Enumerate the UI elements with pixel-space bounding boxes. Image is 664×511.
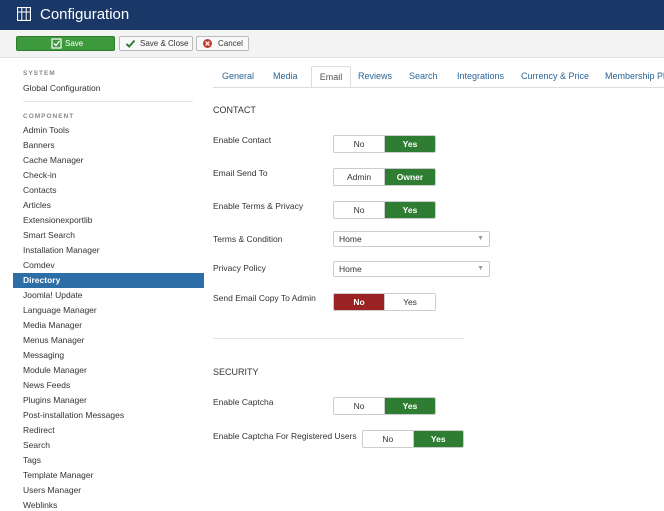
tab-currency-price[interactable]: Currency & Price [521, 66, 589, 87]
tab-membership-pla[interactable]: Membership Pla [605, 66, 664, 87]
toolbar: Save Save & Close Cancel [0, 30, 664, 58]
captcha-registered-label: Enable Captcha For Registered Users [213, 431, 357, 441]
terms-condition-value: Home [339, 234, 362, 244]
toggle-option-no[interactable]: No [334, 294, 384, 310]
sidebar-item[interactable]: Installation Manager [23, 245, 203, 255]
sidebar-item[interactable]: Cache Manager [23, 155, 203, 165]
tab-reviews[interactable]: Reviews [358, 66, 392, 87]
sidebar-item[interactable]: Joomla! Update [23, 290, 203, 300]
toggle-option-yes[interactable]: Yes [384, 202, 435, 218]
sidebar-component-heading: COMPONENT [23, 113, 75, 120]
toggle-option-yes[interactable]: Yes [384, 136, 435, 152]
toggle-option-yes[interactable]: Yes [384, 398, 435, 414]
privacy-policy-select[interactable]: Home ▼ [333, 261, 490, 277]
enable-contact-label: Enable Contact [213, 135, 272, 145]
chevron-down-icon: ▼ [477, 265, 484, 272]
toggle-option-no[interactable]: No [334, 202, 384, 218]
app-header: Configuration [0, 0, 664, 30]
privacy-policy-value: Home [339, 264, 362, 274]
sidebar-item[interactable]: Banners [23, 140, 203, 150]
send-copy-label: Send Email Copy To Admin [213, 293, 316, 303]
sidebar-item[interactable]: Post-installation Messages [23, 410, 203, 420]
enable-captcha-label: Enable Captcha [213, 397, 274, 407]
sidebar-item-global-configuration[interactable]: Global Configuration [23, 83, 203, 93]
enable-captcha-toggle[interactable]: No Yes [333, 397, 436, 415]
page-title: Configuration [40, 6, 130, 23]
sidebar-item[interactable]: Media Manager [23, 320, 203, 330]
toggle-option-no[interactable]: No [363, 431, 413, 447]
sidebar-item[interactable]: Articles [23, 200, 203, 210]
terms-condition-label: Terms & Condition [213, 234, 283, 244]
sidebar-item[interactable]: Weblinks [23, 500, 203, 510]
tab-general[interactable]: General [222, 66, 254, 87]
save-close-label: Save & Close [140, 39, 189, 48]
sidebar-item[interactable]: Template Manager [23, 470, 203, 480]
sidebar-item[interactable]: Module Manager [23, 365, 203, 375]
sidebar-item[interactable]: Plugins Manager [23, 395, 203, 405]
save-icon [51, 38, 62, 49]
security-section-title: SECURITY [213, 367, 259, 377]
enable-terms-label: Enable Terms & Privacy [213, 201, 304, 211]
chevron-down-icon: ▼ [477, 235, 484, 242]
contact-section-title: CONTACT [213, 105, 256, 115]
terms-condition-select[interactable]: Home ▼ [333, 231, 490, 247]
cancel-label: Cancel [218, 39, 243, 48]
sidebar-item[interactable]: News Feeds [23, 380, 203, 390]
send-copy-toggle[interactable]: No Yes [333, 293, 436, 311]
captcha-registered-toggle[interactable]: No Yes [362, 430, 464, 448]
toggle-option-no[interactable]: No [334, 398, 384, 414]
sidebar-item[interactable]: Menus Manager [23, 335, 203, 345]
sidebar: SYSTEM Global Configuration COMPONENT Ad… [0, 58, 205, 511]
cancel-icon [203, 39, 212, 48]
enable-contact-toggle[interactable]: No Yes [333, 135, 436, 153]
sidebar-item[interactable]: Redirect [23, 425, 203, 435]
config-tabs: General Media Email Reviews Search Integratio… [213, 66, 664, 88]
toggle-option-no[interactable]: No [334, 136, 384, 152]
toggle-option-admin[interactable]: Admin [334, 169, 384, 185]
save-close-button[interactable]: Save & Close [119, 36, 193, 51]
section-divider [213, 338, 464, 339]
sidebar-item[interactable]: Smart Search [23, 230, 203, 240]
tab-media[interactable]: Media [273, 66, 298, 87]
save-label: Save [65, 39, 84, 48]
tab-integrations[interactable]: Integrations [457, 66, 504, 87]
sidebar-item[interactable]: Search [23, 440, 203, 450]
toggle-option-yes[interactable]: Yes [384, 294, 435, 310]
sidebar-item[interactable]: Directory [13, 273, 204, 288]
email-send-to-label: Email Send To [213, 168, 268, 178]
privacy-policy-label: Privacy Policy [213, 263, 266, 273]
toggle-option-yes[interactable]: Yes [412, 431, 463, 447]
sidebar-item[interactable]: Users Manager [23, 485, 203, 495]
cancel-button[interactable]: Cancel [196, 36, 249, 51]
tab-email[interactable]: Email [311, 66, 351, 87]
sidebar-item[interactable]: Tags [23, 455, 203, 465]
sidebar-item[interactable]: Comdev [23, 260, 203, 270]
sidebar-item[interactable]: Extensionexportlib [23, 215, 203, 225]
sidebar-item[interactable]: Admin Tools [23, 125, 203, 135]
sidebar-item[interactable]: Check-in [23, 170, 203, 180]
sidebar-item[interactable]: Contacts [23, 185, 203, 195]
sidebar-item[interactable]: Messaging [23, 350, 203, 360]
enable-terms-toggle[interactable]: No Yes [333, 201, 436, 219]
email-send-to-toggle[interactable]: Admin Owner [333, 168, 436, 186]
check-icon [125, 39, 136, 48]
save-button[interactable]: Save [16, 36, 115, 51]
sidebar-system-heading: SYSTEM [23, 70, 56, 77]
toggle-option-owner[interactable]: Owner [384, 169, 435, 185]
tab-search[interactable]: Search [409, 66, 438, 87]
sidebar-divider [23, 101, 193, 102]
grid-icon [17, 7, 31, 21]
sidebar-item[interactable]: Language Manager [23, 305, 203, 315]
